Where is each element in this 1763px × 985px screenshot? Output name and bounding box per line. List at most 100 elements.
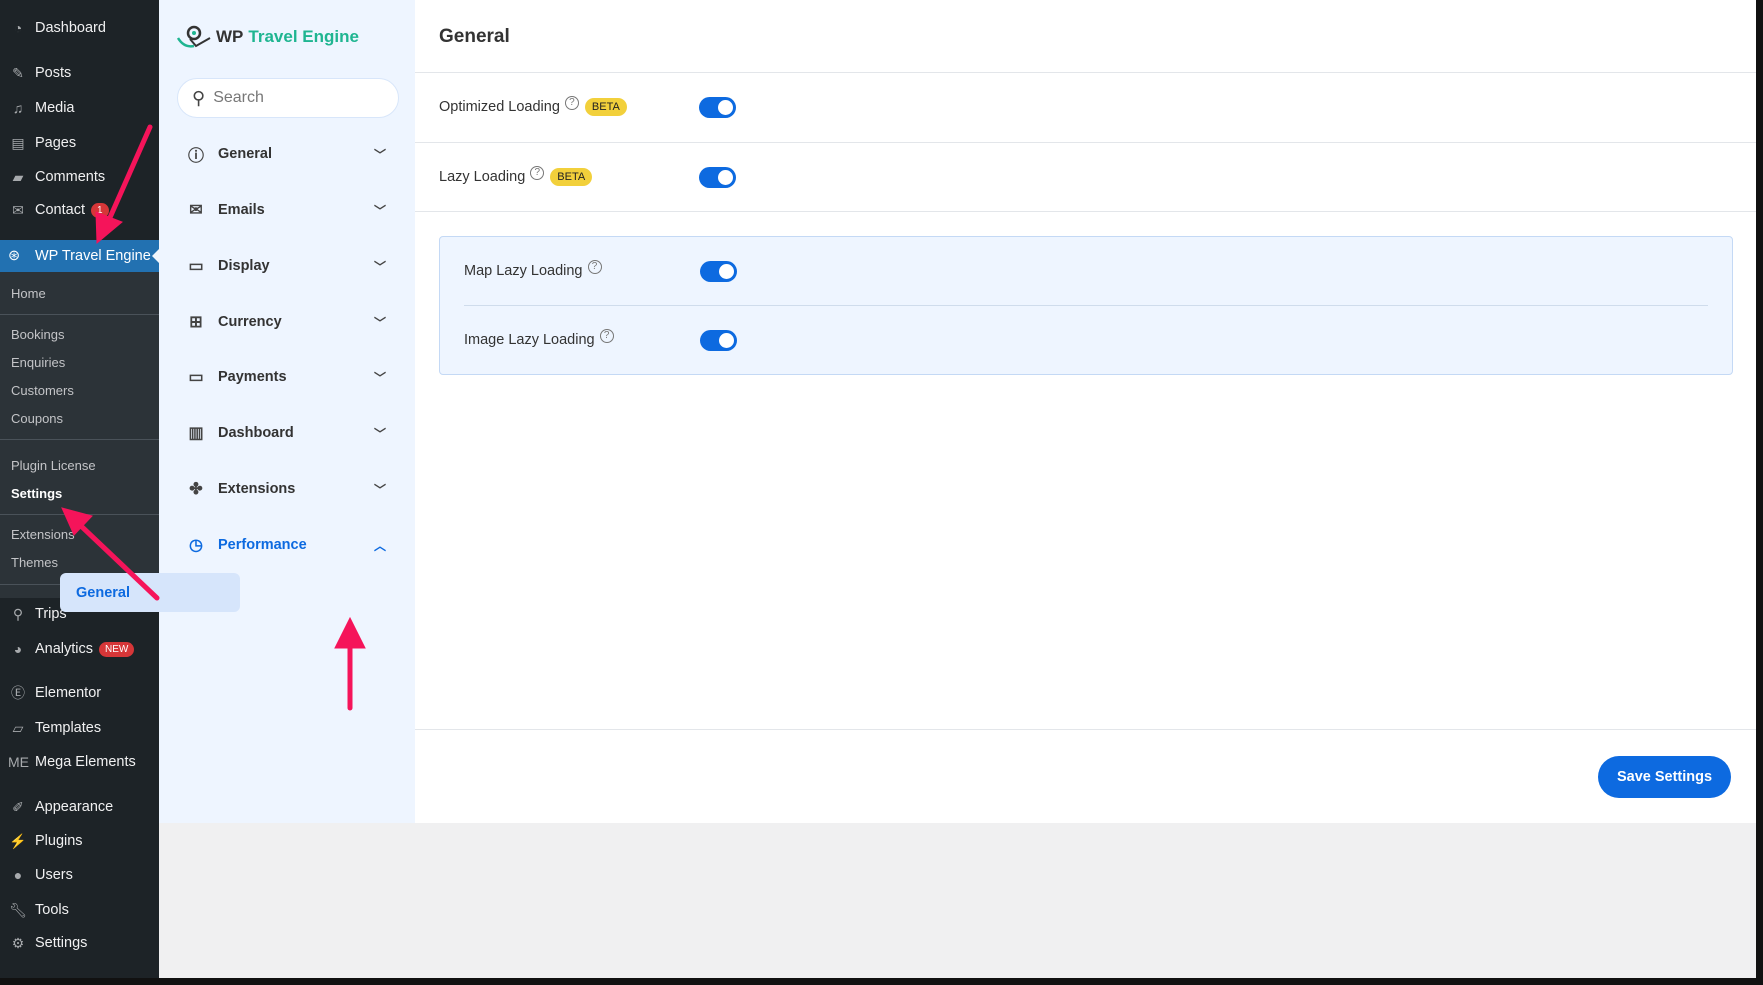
settings-content: General Optimized Loading? BETA Lazy Load… — [415, 0, 1756, 823]
nav-performance[interactable]: ◷ Performance ︿ — [186, 530, 386, 560]
puzzle-icon: ✤ — [189, 481, 203, 498]
submenu-home[interactable]: Home — [11, 286, 46, 301]
bar-chart-icon: ▥ — [188, 425, 204, 442]
beta-badge: BETA — [550, 168, 593, 186]
menu-mega-elements[interactable]: ME Mega Elements — [0, 747, 159, 777]
menu-dashboard[interactable]: ◔ Dashboard — [0, 13, 159, 43]
beta-badge: BETA — [584, 98, 627, 116]
submenu: Home Bookings Enquiries Customers Coupon… — [0, 272, 159, 598]
chevron-down-icon: ﹀ — [373, 482, 386, 497]
logo-icon — [176, 25, 211, 48]
page-title: General — [439, 26, 510, 47]
chevron-down-icon: ﹀ — [373, 370, 386, 385]
optimized-loading-row: Optimized Loading? BETA — [439, 95, 627, 119]
help-icon[interactable]: ? — [587, 260, 602, 274]
subnav-general[interactable]: General — [60, 573, 240, 612]
menu-analytics[interactable]: ◕ Analytics NEW — [0, 634, 159, 664]
submenu-coupons[interactable]: Coupons — [11, 411, 63, 426]
menu-users[interactable]: ● Users — [0, 860, 159, 890]
chevron-down-icon: ﹀ — [373, 147, 386, 162]
notification-badge: 1 — [90, 202, 109, 218]
chevron-up-icon: ︿ — [373, 538, 386, 553]
menu-media[interactable]: ♫ Media — [0, 93, 159, 123]
menu-settings[interactable]: ⚙ Settings — [0, 928, 159, 958]
pages-icon: ▤ — [11, 134, 25, 151]
map-lazy-loading-toggle[interactable] — [700, 261, 737, 282]
image-lazy-loading-toggle[interactable] — [700, 330, 737, 351]
lazy-loading-options: Map Lazy Loading? Image Lazy Loading? — [439, 236, 1733, 375]
wte-icon: ⊛ — [8, 248, 21, 264]
user-icon: ● — [13, 867, 23, 883]
menu-posts[interactable]: ✎ Posts — [0, 58, 159, 88]
settings-icon: ⚙ — [11, 934, 25, 951]
divider — [464, 305, 1708, 306]
card-icon: ▭ — [188, 369, 204, 386]
divider — [0, 314, 159, 315]
help-icon[interactable]: ? — [564, 96, 579, 110]
menu-contact[interactable]: ✉ Contact 1 — [0, 195, 159, 225]
submenu-settings[interactable]: Settings — [11, 486, 62, 501]
menu-wp-travel-engine[interactable]: ⊛ WP Travel Engine — [0, 240, 159, 272]
submenu-bookings[interactable]: Bookings — [11, 327, 64, 342]
brush-icon: ✐ — [12, 798, 24, 815]
menu-tools[interactable]: 🔧︎ Tools — [0, 895, 159, 925]
menu-templates[interactable]: ▱ Templates — [0, 713, 159, 743]
nav-payments[interactable]: ▭ Payments ﹀ — [186, 362, 386, 392]
submenu-enquiries[interactable]: Enquiries — [11, 355, 65, 370]
divider — [415, 211, 1756, 212]
map-lazy-loading-row: Map Lazy Loading? — [464, 259, 602, 283]
divider — [415, 142, 1756, 143]
search-icon: ⚲ — [192, 87, 206, 108]
nav-extensions[interactable]: ✤ Extensions ﹀ — [186, 474, 386, 504]
folder-icon: ▱ — [12, 719, 24, 736]
pie-chart-icon: ◕ — [13, 641, 23, 657]
new-badge: NEW — [99, 641, 135, 657]
dashboard-icon: ◔ — [13, 20, 23, 36]
submenu-customers[interactable]: Customers — [11, 383, 74, 398]
help-icon[interactable]: ? — [530, 166, 545, 180]
nav-currency[interactable]: ⊞ Currency ﹀ — [186, 307, 386, 337]
nav-emails[interactable]: ✉ Emails ﹀ — [186, 195, 386, 225]
divider — [415, 729, 1756, 730]
menu-appearance[interactable]: ✐ Appearance — [0, 792, 159, 822]
submenu-extensions[interactable]: Extensions — [11, 527, 75, 542]
divider — [0, 514, 159, 515]
plugin-settings-sidebar: WP Travel Engine ⚲ Search ⓘ General ﹀ ✉ Email… — [159, 0, 415, 823]
mega-elements-icon: ME — [8, 754, 29, 770]
optimized-loading-toggle[interactable] — [699, 97, 736, 118]
plugin-icon: ⚡ — [9, 832, 27, 849]
nav-display[interactable]: ▭ Display ﹀ — [186, 251, 386, 281]
menu-comments[interactable]: ▰ Comments — [0, 162, 159, 192]
nav-dashboard[interactable]: ▥ Dashboard ﹀ — [186, 418, 386, 448]
save-settings-button[interactable]: Save Settings — [1598, 756, 1731, 798]
mail-icon: ✉ — [12, 201, 24, 218]
wrench-icon: 🔧︎ — [9, 901, 27, 918]
display-icon: ▭ — [188, 258, 204, 275]
menu-elementor[interactable]: Ⓔ Elementor — [0, 678, 159, 708]
help-icon[interactable]: ? — [599, 329, 614, 343]
chevron-down-icon: ﹀ — [373, 259, 386, 274]
info-icon: ⓘ — [187, 148, 204, 165]
chevron-down-icon: ﹀ — [373, 315, 386, 330]
chevron-down-icon: ﹀ — [373, 203, 386, 218]
divider — [415, 72, 1756, 73]
media-icon: ♫ — [12, 100, 24, 116]
grid-icon: ⊞ — [189, 314, 203, 331]
mail-icon: ✉ — [189, 202, 203, 219]
divider — [0, 439, 159, 440]
menu-pages[interactable]: ▤ Pages — [0, 128, 159, 158]
submenu-plugin-license[interactable]: Plugin License — [11, 458, 96, 473]
lazy-loading-toggle[interactable] — [699, 167, 736, 188]
menu-plugins[interactable]: ⚡ Plugins — [0, 826, 159, 856]
image-lazy-loading-row: Image Lazy Loading? — [464, 328, 614, 352]
speedometer-icon: ◷ — [189, 537, 203, 554]
wp-admin-sidebar: ◔ Dashboard ✎ Posts ♫ Media ▤ Pages ▰ Comment… — [0, 0, 159, 978]
hikers-icon: ⚲ — [12, 605, 24, 622]
chevron-down-icon: ﹀ — [373, 426, 386, 441]
lazy-loading-row: Lazy Loading? BETA — [439, 165, 593, 189]
submenu-themes[interactable]: Themes — [11, 555, 58, 570]
pin-icon: ✎ — [12, 64, 24, 81]
search-input[interactable]: ⚲ Search — [177, 78, 399, 118]
elementor-icon: Ⓔ — [11, 685, 25, 701]
nav-general[interactable]: ⓘ General ﹀ — [186, 139, 386, 169]
